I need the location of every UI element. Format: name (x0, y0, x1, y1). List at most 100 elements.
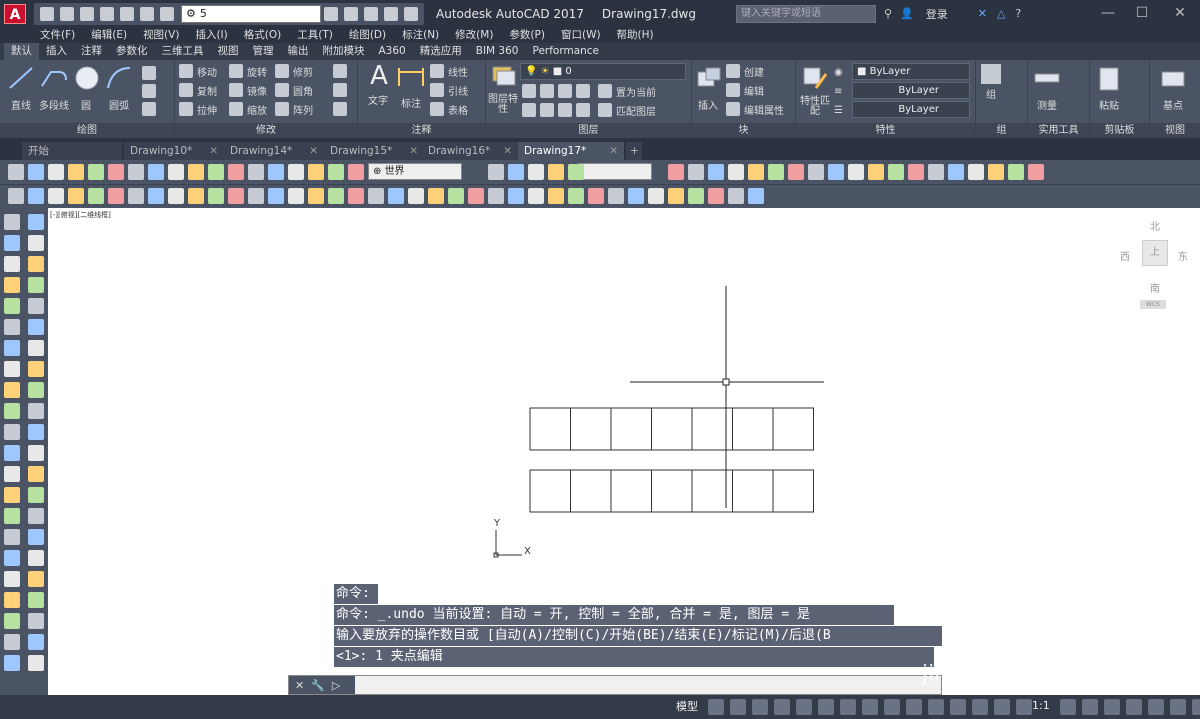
toolbar-tool-icon[interactable] (108, 188, 124, 204)
viewcube-east[interactable]: 东 (1178, 248, 1188, 263)
toolbar-tool-icon[interactable] (1008, 164, 1024, 180)
status-toggle-icon[interactable] (1104, 699, 1120, 715)
draw-tool-icon[interactable] (28, 529, 44, 545)
toolbar-tool-icon[interactable] (208, 164, 224, 180)
draw-tool-icon[interactable] (28, 382, 44, 398)
draw-tool-icon[interactable] (28, 634, 44, 650)
toolbar-tool-icon[interactable] (148, 188, 164, 204)
wcs-menu[interactable]: WCS (1140, 300, 1166, 309)
toolbar-tool-icon[interactable] (748, 188, 764, 204)
dimension-button[interactable]: 标注 (396, 62, 426, 110)
leader-button[interactable]: 引线 (430, 81, 468, 99)
stretch-button[interactable]: 拉伸 (179, 100, 217, 118)
new-icon[interactable] (40, 6, 54, 21)
toolbar-tool-icon[interactable] (588, 188, 604, 204)
toolbar-tool-icon[interactable] (268, 188, 284, 204)
menu-item[interactable]: 编辑(E) (91, 27, 127, 43)
move-button[interactable]: 移动 (179, 62, 217, 80)
ribbon-tab[interactable]: 输出 (281, 43, 316, 60)
status-toggle-icon[interactable] (840, 699, 856, 715)
toolbar-tool-icon[interactable] (148, 164, 164, 180)
status-toggle-icon[interactable] (1170, 699, 1186, 715)
toolbar-tool-icon[interactable] (188, 188, 204, 204)
toolbar-tool-icon[interactable] (868, 164, 884, 180)
ribbon-tab[interactable]: 视图 (211, 43, 246, 60)
cell-rectangle[interactable] (651, 469, 693, 513)
toolbar-tool-icon[interactable] (528, 164, 544, 180)
toolbar-tool-icon[interactable] (408, 188, 424, 204)
draw-tool-icon[interactable] (28, 256, 44, 272)
line-button[interactable]: 直线 (6, 64, 36, 112)
layer-icon[interactable] (404, 6, 418, 21)
status-toggle-icon[interactable] (818, 699, 834, 715)
ribbon-tab[interactable]: A360 (372, 43, 413, 60)
toolbar-tool-icon[interactable] (128, 164, 144, 180)
draw-tool-icon[interactable] (4, 571, 20, 587)
toolbar-tool-icon[interactable] (668, 188, 684, 204)
status-toggle-icon[interactable] (884, 699, 900, 715)
draw-tool-icon[interactable] (28, 235, 44, 251)
toolbar-tool-icon[interactable] (728, 188, 744, 204)
doc-tab[interactable]: Drawing14* ✕ (224, 142, 324, 160)
toolbar-tool-icon[interactable] (628, 188, 644, 204)
ribbon-tab[interactable]: Performance (525, 43, 606, 60)
toolbar-tool-icon[interactable] (368, 188, 384, 204)
print-icon[interactable] (120, 6, 134, 21)
draw-tool-icon[interactable] (28, 592, 44, 608)
properties-panel-title[interactable]: 特性 (796, 123, 975, 138)
annotation-scale[interactable]: 1:1 (1032, 699, 1050, 712)
exchange-icon[interactable]: ✕ (978, 7, 987, 20)
toolbar-tool-icon[interactable] (908, 164, 924, 180)
circle-button[interactable]: 圆 (72, 64, 100, 112)
toolbar-tool-icon[interactable] (8, 164, 24, 180)
toolbar-tool-icon[interactable] (348, 164, 364, 180)
plot-icon[interactable] (324, 6, 338, 21)
draw-tool-icon[interactable] (28, 277, 44, 293)
list-icon[interactable]: ☰ (834, 101, 843, 119)
status-toggle-icon[interactable] (1192, 699, 1200, 715)
layer-dropdown[interactable]: 💡 ☀ ■ 0 (520, 63, 686, 80)
minimize-button[interactable]: — (1092, 0, 1124, 27)
toolbar-tool-icon[interactable] (848, 164, 864, 180)
menu-item[interactable]: 窗口(W) (561, 27, 601, 43)
linear-button[interactable]: 线性 (430, 62, 468, 80)
ucs-select[interactable]: ⊕ 世界 (368, 163, 462, 180)
toolbar-tool-icon[interactable] (828, 164, 844, 180)
wrench-icon[interactable]: 🔧 (311, 679, 325, 692)
edit-attributes-button[interactable]: 编辑属性 (726, 100, 784, 118)
toolbar-tool-icon[interactable] (528, 188, 544, 204)
draw-tool-icon[interactable] (4, 634, 20, 650)
toolbar-tool-icon[interactable] (208, 188, 224, 204)
menu-item[interactable]: 插入(I) (195, 27, 227, 43)
toolbar-tool-icon[interactable] (968, 164, 984, 180)
draw-tool-icon[interactable] (4, 319, 20, 335)
toolbar-tool-icon[interactable] (28, 164, 44, 180)
layer-on-icon[interactable] (522, 103, 536, 117)
toolbar-tool-icon[interactable] (328, 164, 344, 180)
set-current-button[interactable]: 置为当前 (598, 82, 656, 100)
create-block-button[interactable]: 创建 (726, 62, 764, 80)
text-button[interactable]: A 文字 (364, 62, 392, 107)
offset-button[interactable] (333, 100, 351, 118)
view-select[interactable] (578, 163, 652, 180)
utilities-panel-title[interactable]: 实用工具 (1028, 123, 1089, 138)
status-toggle-icon[interactable] (708, 699, 724, 715)
open-icon[interactable] (60, 6, 74, 21)
draw-tool-icon[interactable] (4, 235, 20, 251)
draw-tool-icon[interactable] (4, 361, 20, 377)
toolbar-tool-icon[interactable] (508, 188, 524, 204)
toolbar-tool-icon[interactable] (428, 188, 444, 204)
draw-tool-icon[interactable] (4, 550, 20, 566)
draw-tool-icon[interactable] (4, 655, 20, 671)
viewcube-west[interactable]: 西 (1120, 248, 1130, 263)
close-tab-icon[interactable]: ✕ (503, 142, 512, 160)
draw-tool-icon[interactable] (4, 382, 20, 398)
toolbar-tool-icon[interactable] (248, 164, 264, 180)
draw-tool-icon[interactable] (28, 214, 44, 230)
color-dropdown[interactable]: ■ ByLayer (852, 63, 970, 80)
doc-tab[interactable]: 开始 (22, 142, 122, 160)
publish-icon[interactable] (344, 6, 358, 21)
view-panel-title[interactable]: 视图 (1150, 123, 1200, 138)
draw-tool-icon[interactable] (28, 466, 44, 482)
status-toggle-icon[interactable] (950, 699, 966, 715)
